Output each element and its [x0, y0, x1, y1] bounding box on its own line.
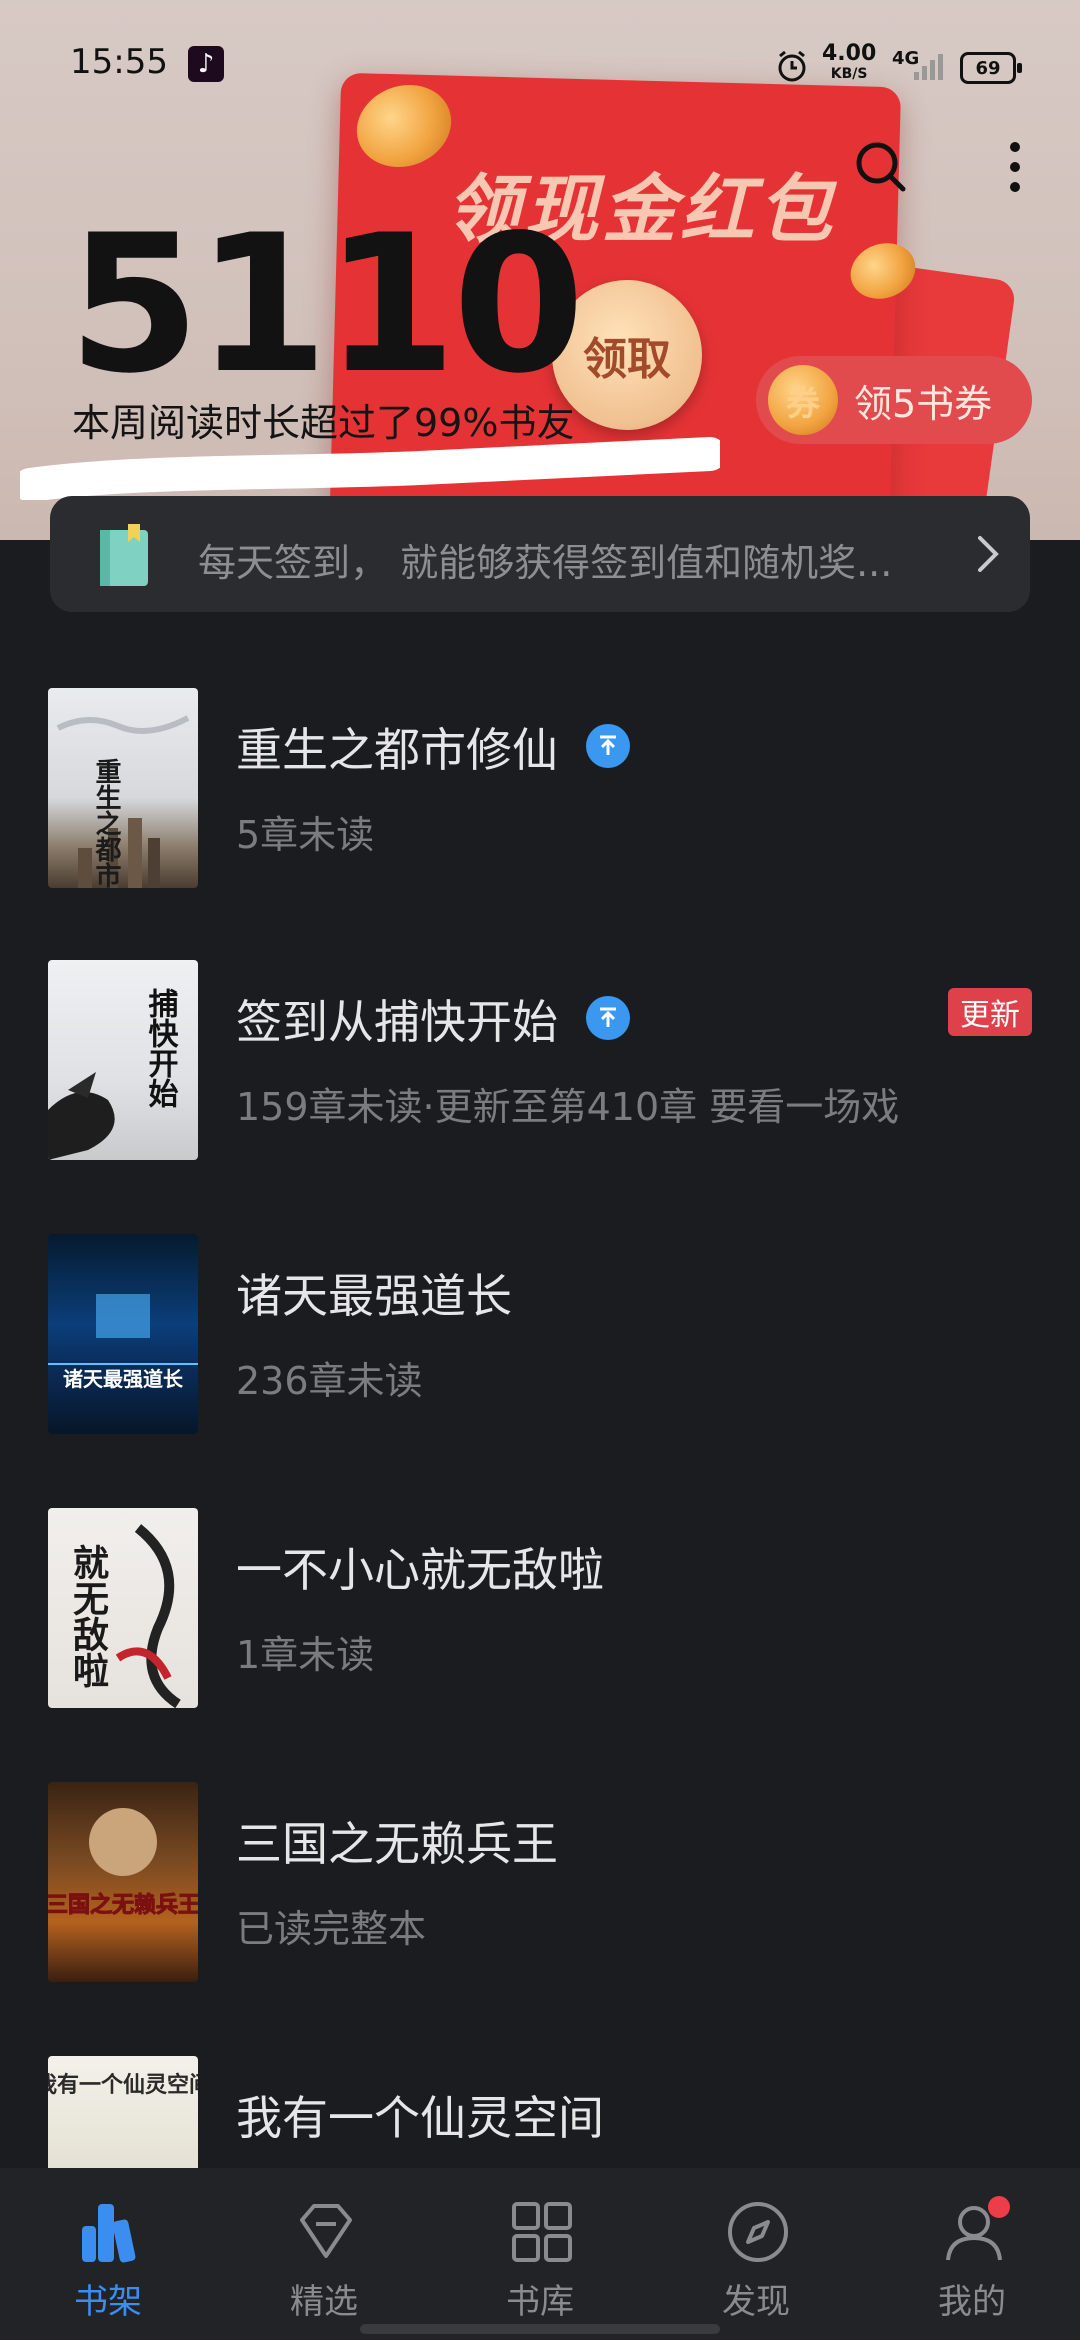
status-bar: 15:55 ♪ 4.00 KB/S 4G 69	[0, 0, 1080, 120]
tab-discover[interactable]: 发现	[686, 2192, 826, 2332]
book-title: 诸天最强道长	[236, 1269, 512, 1323]
chevron-right-icon[interactable]	[972, 532, 1002, 576]
scribble-mark	[20, 437, 720, 500]
cover-title: 捕快开始	[143, 988, 179, 1108]
voucher-button[interactable]: 券 领5书券	[756, 356, 1032, 444]
notification-dot	[988, 2196, 1010, 2218]
book-item[interactable]: 就无敌啦 一不小心就无敌啦 1章未读	[0, 1500, 1080, 1710]
cover-title: 三国之无赖兵王	[48, 1892, 198, 1918]
book-title: 重生之都市修仙	[236, 723, 558, 777]
search-icon[interactable]	[846, 132, 916, 202]
pin-top-icon	[586, 724, 630, 768]
book-item[interactable]: 重生之都市修仙 重生之都市修仙 5章未读	[0, 680, 1080, 890]
network-speed: 4.00 KB/S	[822, 41, 877, 84]
book-title: 签到从捕快开始	[236, 995, 558, 1049]
signin-text: 每天签到， 就能够获得签到值和随机奖...	[198, 541, 893, 585]
tab-library-label: 书库	[506, 2282, 574, 2322]
battery-indicator: 69	[960, 52, 1022, 84]
tab-library[interactable]: 书库	[470, 2192, 610, 2332]
book-title: 一不小心就无敌啦	[236, 1543, 604, 1597]
status-time: 15:55	[70, 42, 168, 82]
signin-book-icon	[100, 524, 148, 586]
home-indicator[interactable]	[360, 2324, 720, 2334]
book-title: 三国之无赖兵王	[236, 1817, 558, 1871]
tab-mine-label: 我的	[938, 2282, 1006, 2322]
tab-discover-label: 发现	[722, 2282, 790, 2322]
book-status: 已读完整本	[236, 1907, 427, 1951]
book-cover[interactable]: 就无敌啦	[48, 1508, 198, 1708]
reading-minutes: 5110	[68, 194, 585, 415]
tab-bookshelf[interactable]: 书架	[38, 2192, 178, 2332]
book-item[interactable]: 诸天最强道长 诸天最强道长 236章未读	[0, 1226, 1080, 1436]
book-cover[interactable]: 捕快开始	[48, 960, 198, 1160]
cover-title: 就无敌啦	[67, 1544, 109, 1688]
cover-title: 诸天最强道长	[63, 1367, 184, 1391]
book-cover[interactable]: 三国之无赖兵王	[48, 1782, 198, 1982]
bookshelf-icon	[82, 2204, 136, 2263]
book-status: 5章未读	[236, 813, 375, 857]
hero-banner: 领现金红包 领取 券 领5书券 5110 本周阅读时长超过了99%书友 15:5…	[0, 0, 1080, 540]
book-cover[interactable]: 诸天最强道长	[48, 1234, 198, 1434]
book-title: 我有一个仙灵空间	[236, 2091, 604, 2145]
speed-value: 4.00	[822, 41, 877, 66]
book-item[interactable]: 捕快开始 签到从捕快开始 更新 159章未读·更新至第410章 要看一场戏	[0, 952, 1080, 1162]
tab-bookshelf-label: 书架	[74, 2282, 142, 2322]
grid-icon	[512, 2202, 572, 2262]
compass-icon	[728, 2202, 788, 2262]
book-status: 236章未读	[236, 1359, 423, 1403]
diamond-icon	[300, 2204, 352, 2258]
tab-mine[interactable]: 我的	[902, 2192, 1042, 2332]
tiktok-icon: ♪	[188, 46, 224, 82]
cover-title: 我有一个仙灵空间	[48, 2072, 198, 2098]
voucher-coin-icon: 券	[768, 365, 838, 435]
book-status: 159章未读·更新至第410章 要看一场戏	[236, 1085, 900, 1129]
more-icon[interactable]	[980, 132, 1050, 202]
signin-banner[interactable]: 每天签到， 就能够获得签到值和随机奖...	[50, 496, 1030, 612]
tab-featured-label: 精选	[290, 2282, 358, 2322]
bottom-nav: 书架 精选 书库 发现 我的	[0, 2168, 1080, 2340]
alarm-icon	[778, 50, 806, 82]
voucher-label: 领5书券	[854, 381, 993, 426]
book-item[interactable]: 三国之无赖兵王 三国之无赖兵王 已读完整本	[0, 1774, 1080, 1984]
tab-featured[interactable]: 精选	[254, 2192, 394, 2332]
cover-title: 重生之都市修仙	[91, 758, 122, 888]
speed-unit: KB/S	[830, 66, 868, 82]
pin-top-icon	[586, 996, 630, 1040]
book-cover[interactable]: 重生之都市修仙	[48, 688, 198, 888]
signal-icon	[914, 54, 943, 80]
book-status: 1章未读	[236, 1633, 375, 1677]
update-badge: 更新	[948, 988, 1032, 1036]
